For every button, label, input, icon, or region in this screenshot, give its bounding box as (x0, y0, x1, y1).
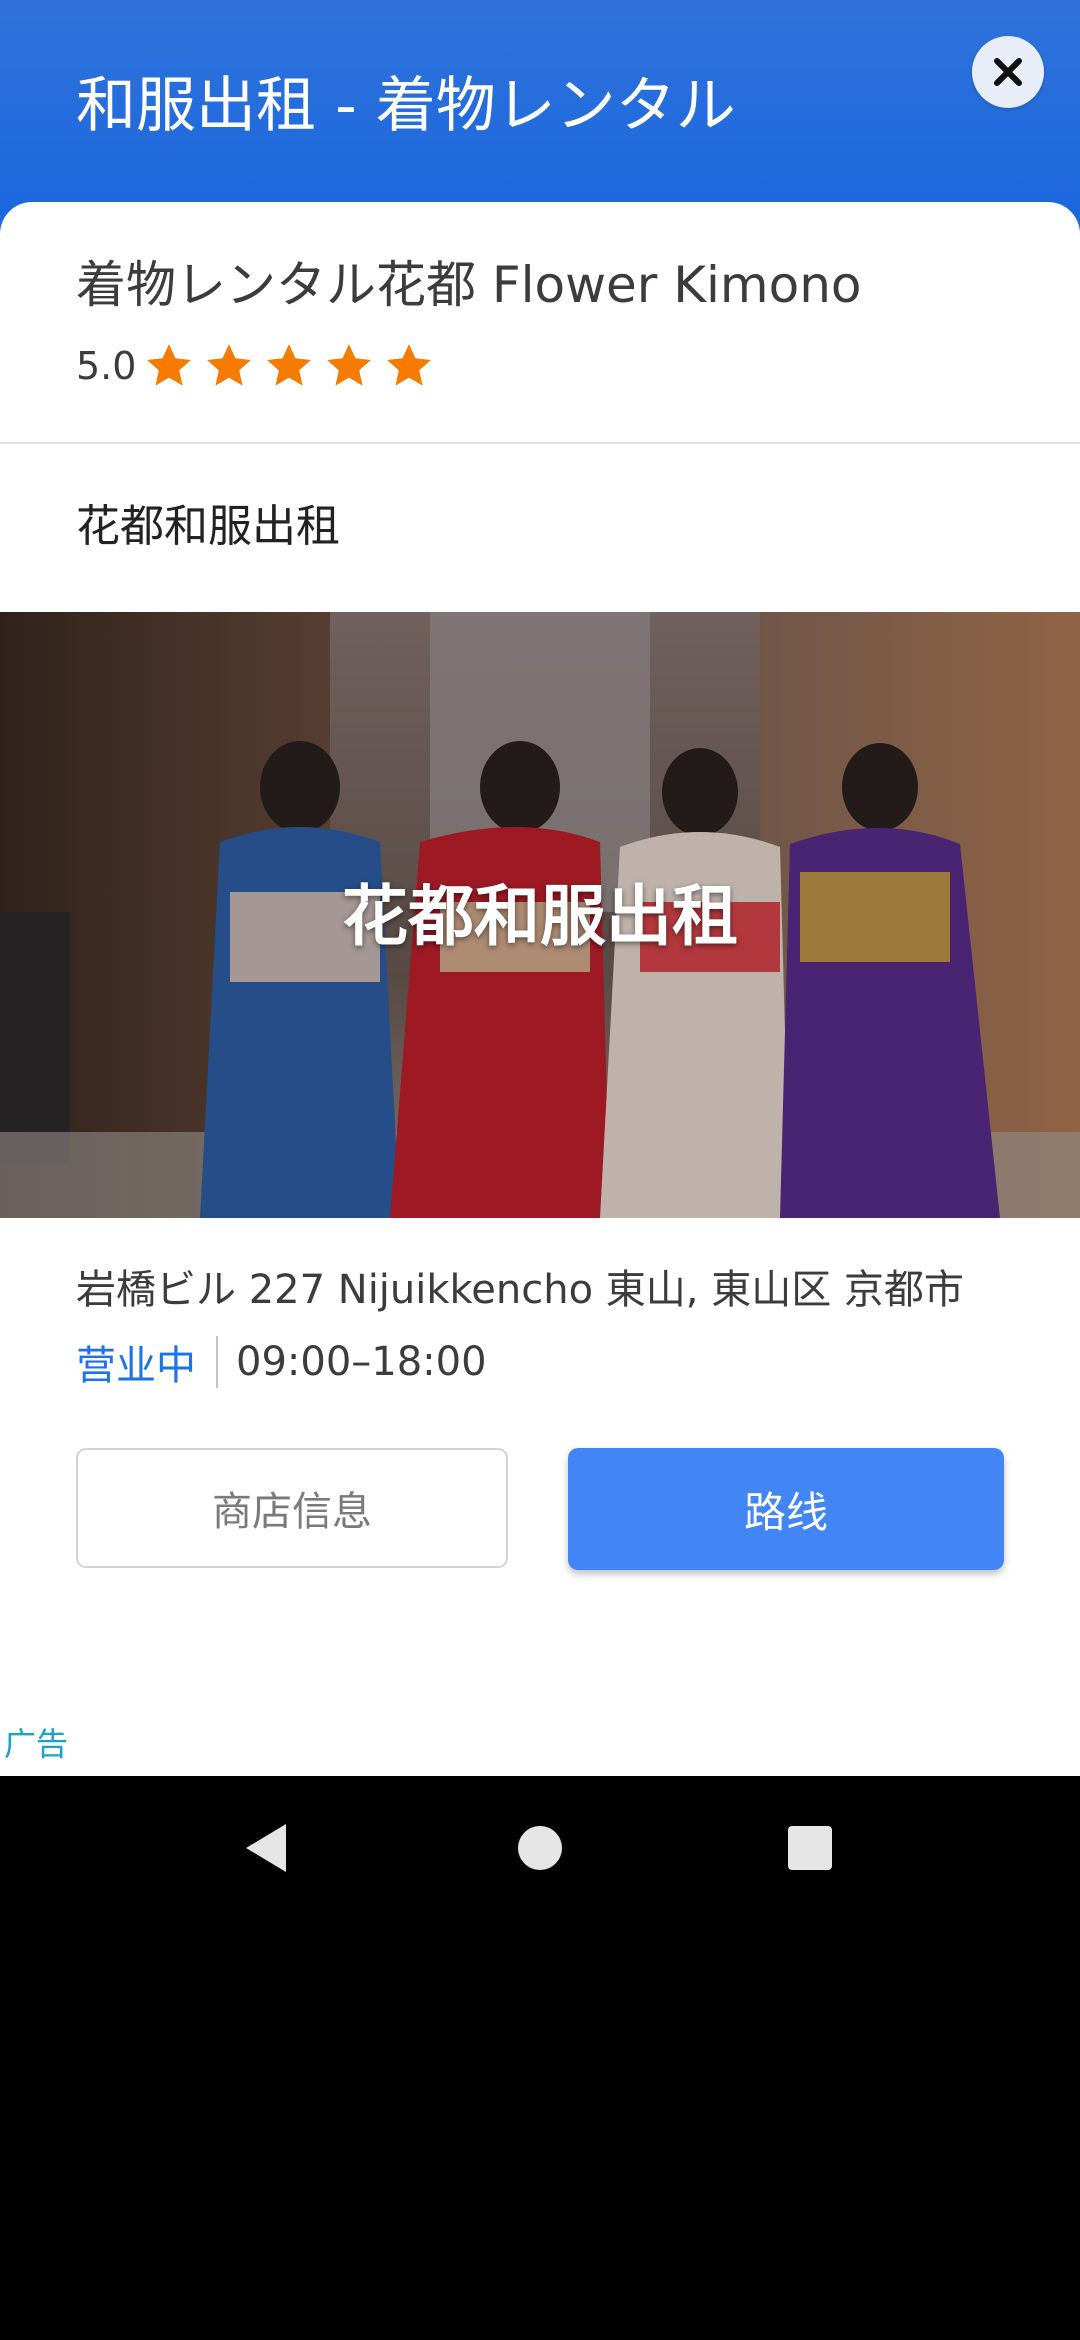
banner-overlay-text: 花都和服出租 (342, 878, 738, 955)
rating-row: 5.0 (76, 334, 444, 398)
store-info-button[interactable]: 商店信息 (76, 1448, 508, 1568)
star-rating (144, 341, 444, 391)
star-icon (147, 344, 192, 386)
opening-hours: 09:00–18:00 (236, 1339, 487, 1385)
home-circle-icon[interactable] (510, 1818, 570, 1878)
address: 岩橋ビル 227 Nijuikkencho 東山, 東山区 京都市 (76, 1267, 964, 1313)
header-title: 和服出租 - 着物レンタル (76, 71, 736, 141)
star-icon (387, 344, 432, 386)
ad-label: 广告 (4, 1725, 69, 1763)
system-navigation-bar (0, 1776, 1080, 1920)
star-icon (267, 344, 312, 386)
back-triangle-icon[interactable] (238, 1818, 298, 1878)
separator (216, 1336, 218, 1388)
recent-apps-square-icon[interactable] (780, 1818, 840, 1878)
route-button[interactable]: 路线 (568, 1448, 1004, 1570)
screen: 和服出租 - 着物レンタル 着物レンタル花都 Flower Kimono 5.0… (0, 0, 1080, 2340)
business-card: 着物レンタル花都 Flower Kimono 5.0 花都和服出租 花都和服出租… (0, 202, 1080, 1776)
star-icon (327, 344, 372, 386)
ad-subtitle: 花都和服出租 (76, 501, 340, 552)
divider (0, 442, 1080, 444)
rating-value: 5.0 (76, 344, 137, 388)
business-name: 着物レンタル花都 Flower Kimono (76, 256, 862, 314)
open-status: 营业中 (76, 1343, 196, 1389)
close-icon (994, 58, 1022, 86)
close-button[interactable] (972, 36, 1044, 108)
banner-image[interactable]: 花都和服出租 (0, 612, 1080, 1218)
hours-row: 营业中 09:00–18:00 (76, 1334, 487, 1390)
star-icon (207, 344, 252, 386)
